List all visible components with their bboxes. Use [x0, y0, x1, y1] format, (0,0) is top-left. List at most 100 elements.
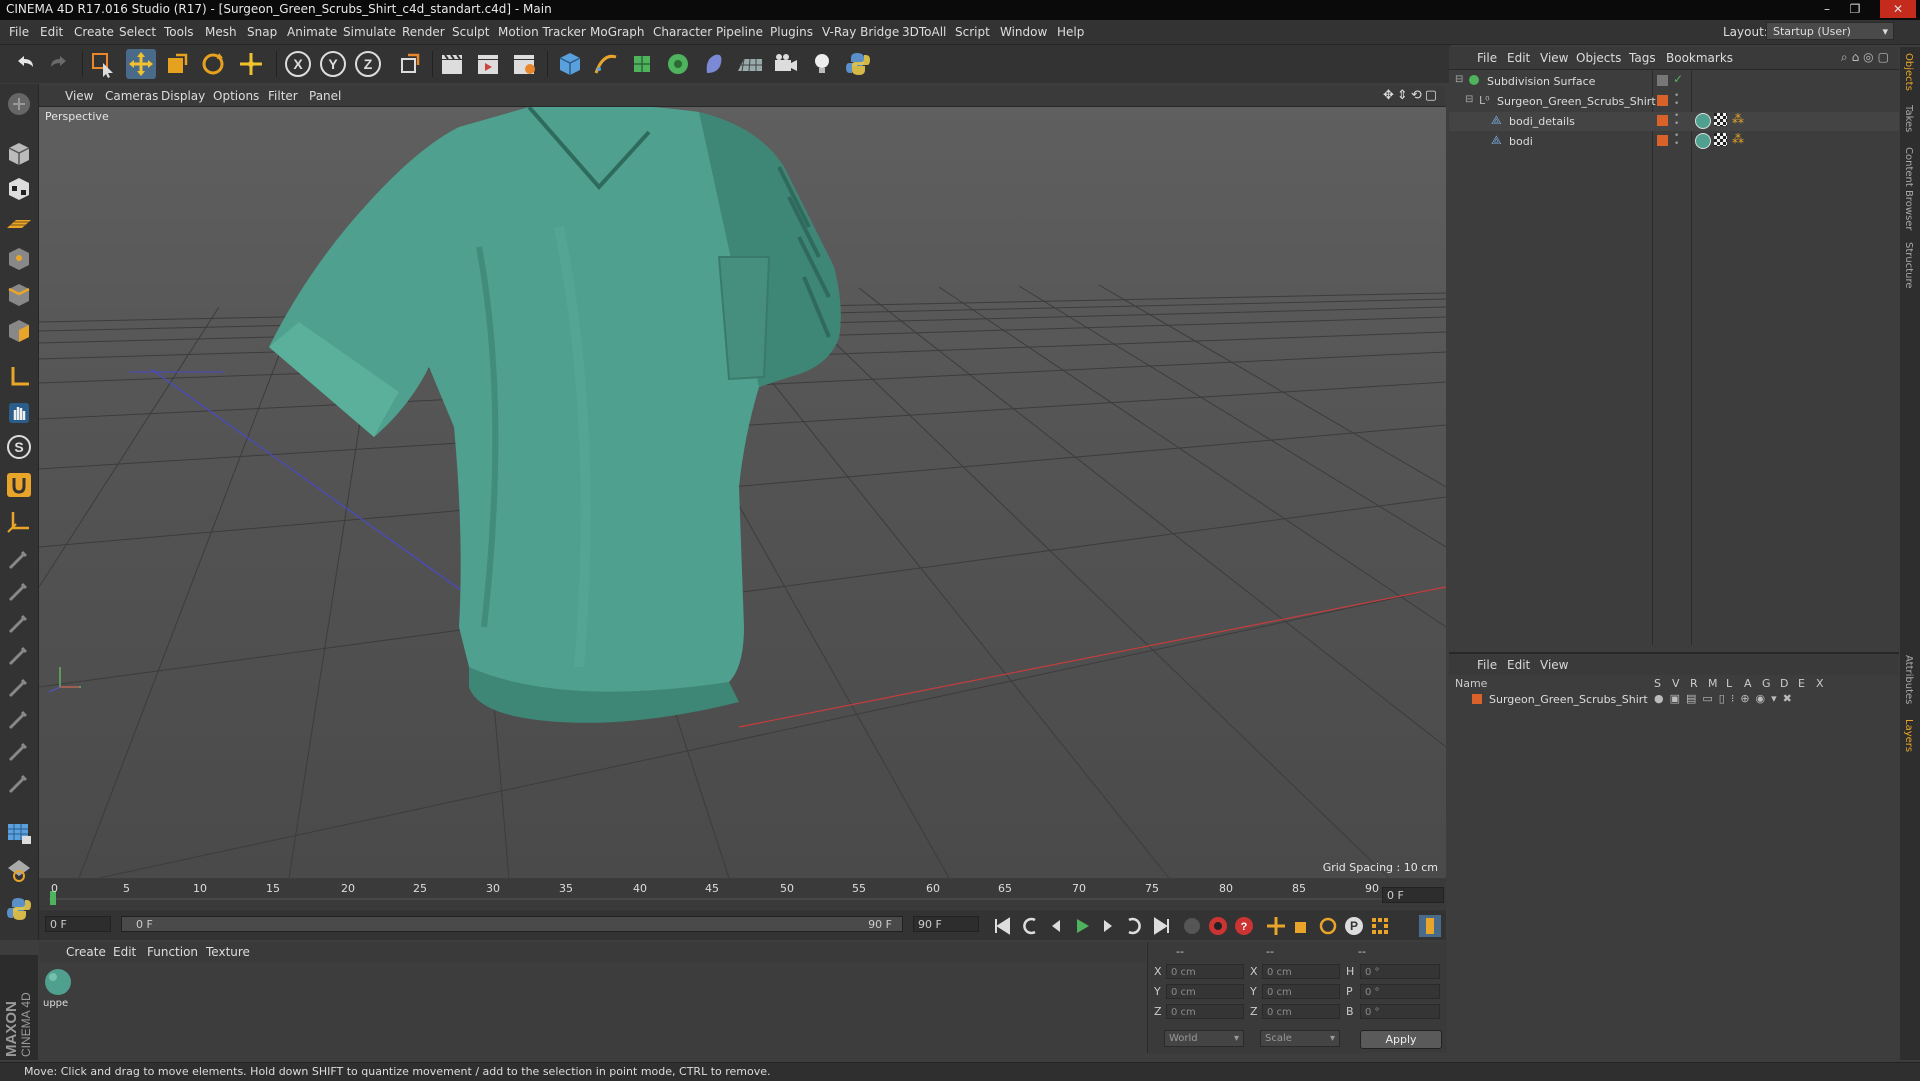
object-menu-file[interactable]: File — [1477, 51, 1497, 65]
enabled-check-icon[interactable]: ✓ — [1673, 72, 1683, 86]
key-rotation-button[interactable] — [1317, 915, 1339, 937]
rotation-p-field[interactable]: 0 ° — [1360, 984, 1440, 999]
tab-structure[interactable]: Structure — [1903, 242, 1914, 289]
y-axis-lock-button[interactable]: Y — [318, 49, 348, 79]
layer-color-swatch[interactable] — [1657, 135, 1668, 146]
end-frame-field[interactable]: 90 F — [913, 916, 979, 932]
size-y-field[interactable]: 0 cm — [1262, 984, 1340, 999]
rotation-h-field[interactable]: 0 ° — [1360, 964, 1440, 979]
material-menu-texture[interactable]: Texture — [206, 945, 250, 959]
layer-color-swatch[interactable] — [1472, 694, 1482, 704]
menu-help[interactable]: Help — [1057, 25, 1084, 39]
material-tag-icon[interactable] — [1695, 133, 1711, 149]
frame-range-slider[interactable]: 0 F 90 F — [121, 916, 903, 932]
add-nurbs-button[interactable] — [627, 49, 657, 79]
brush-tool-6[interactable] — [4, 704, 34, 734]
collapse-icon[interactable]: ⊟ — [1465, 94, 1473, 105]
coordinate-space-dropdown[interactable]: World ▾ — [1164, 1030, 1244, 1047]
phong-tag-icon[interactable]: ⁂ — [1732, 112, 1744, 126]
axis-mode-button[interactable] — [4, 362, 34, 392]
menu-edit[interactable]: Edit — [40, 25, 63, 39]
points-mode-button[interactable] — [4, 244, 34, 274]
viewport-menu-filter[interactable]: Filter — [268, 89, 298, 103]
viewport-nav-icons[interactable]: ✥⇕⟲▢ — [1383, 88, 1440, 103]
next-frame-button[interactable] — [1097, 915, 1119, 937]
x-axis-lock-button[interactable]: X — [283, 49, 313, 79]
previous-frame-button[interactable] — [1045, 915, 1067, 937]
tree-row-subdivision-surface[interactable]: ⊟ Subdivision Surface ✓ — [1449, 72, 1899, 91]
layer-color-swatch[interactable] — [1657, 95, 1668, 106]
position-y-field[interactable]: 0 cm — [1166, 984, 1244, 999]
phong-tag-icon[interactable]: ⁂ — [1732, 132, 1744, 146]
menu-window[interactable]: Window — [1000, 25, 1047, 39]
viewport-menu-panel[interactable]: Panel — [309, 89, 341, 103]
move-tool-button[interactable] — [126, 49, 156, 79]
key-position-button[interactable] — [1265, 915, 1287, 937]
menu-simulate[interactable]: Simulate — [343, 25, 396, 39]
solo-button[interactable] — [4, 854, 34, 884]
key-pla-button[interactable] — [1369, 915, 1391, 937]
transform-tool-button[interactable] — [236, 49, 266, 79]
menu-vray-bridge[interactable]: V-Ray Bridge — [822, 25, 899, 39]
viewport-menu-cameras[interactable]: Cameras — [105, 89, 158, 103]
rotation-b-field[interactable]: 0 ° — [1360, 1004, 1440, 1019]
menu-render[interactable]: Render — [402, 25, 445, 39]
add-camera-button[interactable] — [771, 49, 801, 79]
menu-3dtoall[interactable]: 3DToAll — [902, 25, 946, 39]
live-selection-button[interactable] — [88, 49, 118, 79]
position-x-field[interactable]: 0 cm — [1166, 964, 1244, 979]
menu-animate[interactable]: Animate — [287, 25, 337, 39]
layer-row[interactable]: Surgeon_Green_Scrubs_Shirt ●▣▤▭▯⁝⊕◉▾✖ — [1449, 691, 1899, 708]
viewport-menu-view[interactable]: View — [65, 89, 93, 103]
menu-character[interactable]: Character — [653, 25, 712, 39]
layout-select[interactable]: Startup (User) ▾ — [1766, 22, 1894, 40]
brush-tool-1[interactable] — [4, 544, 34, 574]
menu-sculpt[interactable]: Sculpt — [452, 25, 489, 39]
record-button[interactable] — [1207, 915, 1229, 937]
coordinate-mode-dropdown[interactable]: Scale ▾ — [1260, 1030, 1340, 1047]
play-button[interactable] — [1071, 915, 1093, 937]
object-menu-tags[interactable]: Tags — [1629, 51, 1656, 65]
collapse-icon[interactable]: ⊟ — [1455, 74, 1463, 85]
snap-button[interactable]: S — [4, 432, 34, 462]
tab-content-browser[interactable]: Content Browser — [1903, 147, 1914, 230]
add-environment-button[interactable] — [735, 49, 765, 79]
current-frame-field[interactable]: 0 F — [1382, 887, 1444, 903]
menu-mograph[interactable]: MoGraph — [590, 25, 645, 39]
tab-objects[interactable]: Objects — [1903, 53, 1914, 91]
tab-takes[interactable]: Takes — [1903, 105, 1914, 132]
tab-layers[interactable]: Layers — [1903, 719, 1914, 752]
python-console-button[interactable] — [4, 894, 34, 924]
render-picture-viewer-button[interactable] — [473, 49, 503, 79]
uvw-tag-icon[interactable] — [1714, 113, 1727, 126]
material-item[interactable]: uppe — [43, 967, 73, 1011]
texture-mode-button[interactable] — [4, 174, 34, 204]
brush-tool-4[interactable] — [4, 640, 34, 670]
object-menu-bookmarks[interactable]: Bookmarks — [1666, 51, 1733, 65]
size-z-field[interactable]: 0 cm — [1262, 1004, 1340, 1019]
tree-row-scrubs-shirt[interactable]: ⊟ L⁰ Surgeon_Green_Scrubs_Shirt • • — [1449, 92, 1899, 111]
material-menu-function[interactable]: Function — [147, 945, 198, 959]
object-menu-objects[interactable]: Objects — [1576, 51, 1621, 65]
menu-file[interactable]: File — [9, 25, 29, 39]
brush-tool-8[interactable] — [4, 768, 34, 798]
material-menu-create[interactable]: Create — [66, 945, 106, 959]
3d-viewport[interactable]: Perspective Grid Spacing : 10 cm — [39, 107, 1446, 878]
scale-tool-button[interactable] — [162, 49, 192, 79]
model-mode-button[interactable] — [4, 139, 34, 169]
menu-tools[interactable]: Tools — [164, 25, 194, 39]
menu-snap[interactable]: Snap — [247, 25, 277, 39]
z-axis-lock-button[interactable]: Z — [353, 49, 383, 79]
render-settings-button[interactable] — [509, 49, 539, 79]
apply-button[interactable]: Apply — [1360, 1030, 1442, 1049]
menu-motion-tracker[interactable]: Motion Tracker — [498, 25, 586, 39]
visibility-dots[interactable]: • • — [1674, 132, 1679, 149]
visibility-dots[interactable]: • • — [1674, 92, 1679, 109]
uvw-tag-icon[interactable] — [1714, 133, 1727, 146]
add-mograph-button[interactable] — [663, 49, 693, 79]
magnet-button[interactable] — [4, 470, 34, 500]
display-toggle[interactable] — [1657, 75, 1668, 86]
timeline-ruler[interactable]: 0 5 10 15 20 25 30 35 40 45 50 55 60 65 … — [39, 879, 1446, 909]
brush-tool-5[interactable] — [4, 672, 34, 702]
brush-tool-2[interactable] — [4, 576, 34, 606]
